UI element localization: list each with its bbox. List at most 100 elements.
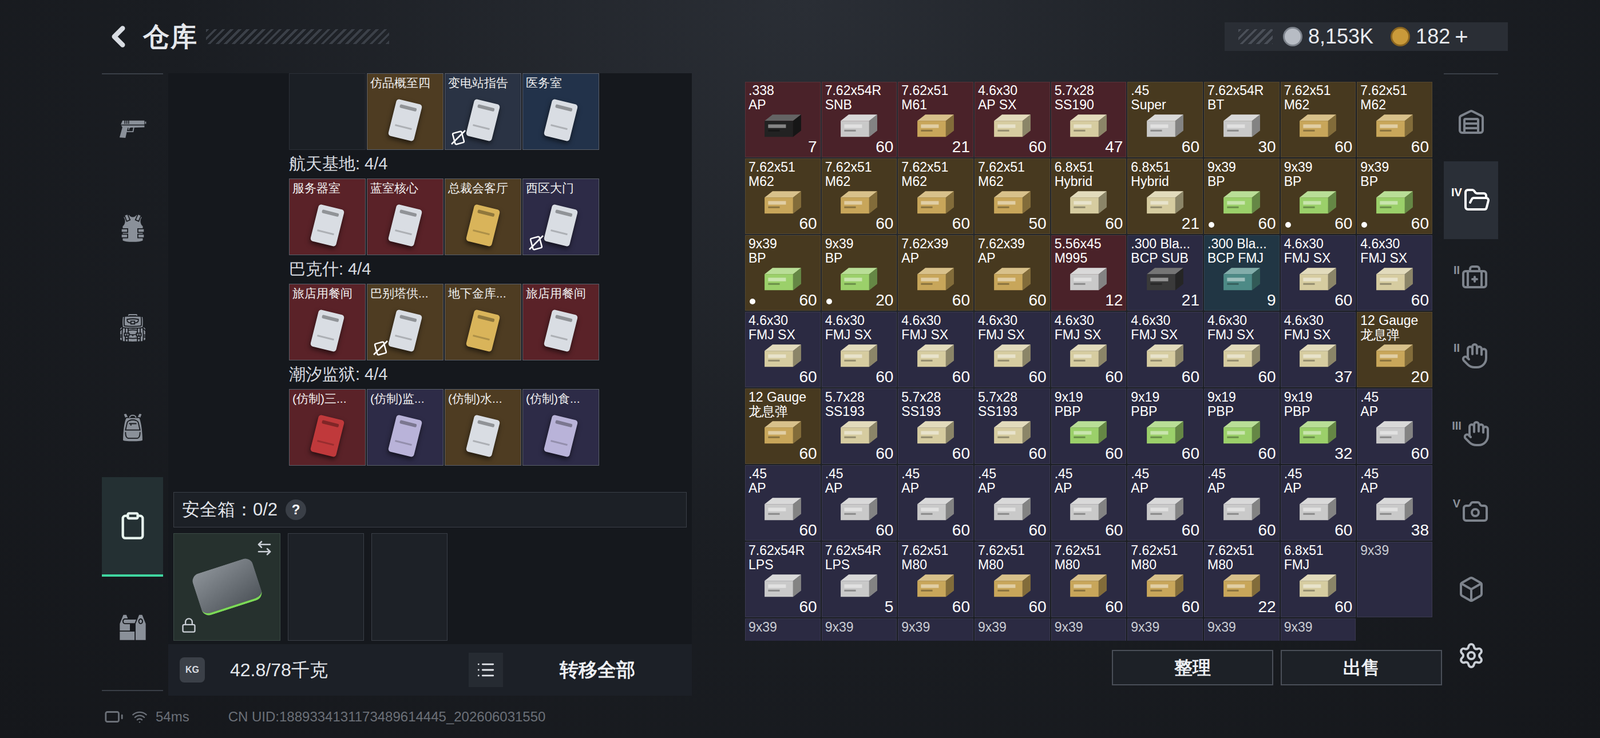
- ammo-cell[interactable]: 9x39BP60: [745, 235, 821, 311]
- ammo-cell[interactable]: 6.8x51FMJ60: [1280, 541, 1357, 618]
- ammo-cell[interactable]: 4.6x30FMJ SX60: [1051, 311, 1127, 388]
- key-card[interactable]: 旅店用餐间: [288, 283, 366, 361]
- ammo-cell[interactable]: 4.6x30FMJ SX60: [1127, 311, 1203, 388]
- category-nav-item[interactable]: [101, 78, 164, 179]
- key-card[interactable]: 仿品概至四: [366, 73, 444, 150]
- ammo-cell[interactable]: 7.62x51M8022: [1204, 541, 1280, 618]
- ammo-cell[interactable]: 5.7x28SS19047: [1051, 81, 1127, 158]
- ammo-cell[interactable]: 9x39: [1356, 541, 1433, 618]
- ammo-cell[interactable]: .45AP60: [1204, 465, 1280, 541]
- ammo-cell[interactable]: 5.7x28SS19360: [897, 388, 974, 465]
- ammo-cell[interactable]: 7.62x51M8060: [1051, 541, 1127, 618]
- ammo-cell[interactable]: 9x39BP20: [821, 235, 898, 311]
- ammo-cell[interactable]: .45Super60: [1127, 81, 1203, 158]
- safe-box-case-slot[interactable]: [173, 533, 281, 641]
- add-ticket-button[interactable]: +: [1454, 19, 1468, 54]
- ammo-cell[interactable]: .45AP60: [745, 465, 821, 541]
- ammo-cell[interactable]: 5.7x28SS19360: [974, 388, 1051, 465]
- ammo-cell[interactable]: 4.6x30AP SX60: [974, 81, 1051, 158]
- ammo-cell[interactable]: 6.8x51Hybrid21: [1127, 158, 1203, 235]
- filter-tab[interactable]: II: [1443, 239, 1499, 318]
- ammo-cell[interactable]: 9x19PBP60: [1127, 388, 1203, 465]
- ammo-cell[interactable]: .338AP7: [745, 81, 821, 158]
- ammo-cell[interactable]: 7.62x51M6260: [821, 158, 898, 235]
- key-card[interactable]: 医务室: [522, 73, 600, 150]
- ammo-cell[interactable]: 4.6x30FMJ SX60: [974, 311, 1051, 388]
- ammo-cell[interactable]: 4.6x30FMJ SX60: [1356, 235, 1433, 311]
- ammo-cell[interactable]: .45AP60: [897, 465, 974, 541]
- key-card[interactable]: 巴别塔供...: [366, 283, 444, 361]
- ammo-cell[interactable]: 7.62x51M8060: [974, 541, 1051, 618]
- ammo-cell[interactable]: .45AP60: [821, 465, 898, 541]
- ammo-cell[interactable]: .300 Bla...BCP FMJ9: [1204, 235, 1280, 311]
- ammo-cell[interactable]: 9x19PBP32: [1280, 388, 1357, 465]
- ammo-cell[interactable]: 7.62x51M6260: [897, 158, 974, 235]
- ammo-cell[interactable]: 7.62x51M6260: [1280, 81, 1357, 158]
- ammo-cell[interactable]: .45AP60: [1051, 465, 1127, 541]
- ammo-cell[interactable]: 7.62x54RLPS60: [745, 541, 821, 618]
- key-card[interactable]: 服务器室: [288, 178, 366, 256]
- ammo-cell[interactable]: 12 Gauge龙息弹20: [1356, 311, 1433, 388]
- ammo-cell[interactable]: 9x39: [974, 618, 1051, 641]
- key-card[interactable]: 总裁会客厅: [444, 178, 522, 256]
- ammo-cell[interactable]: .45AP38: [1356, 465, 1433, 541]
- key-card[interactable]: (仿制)监...: [366, 389, 444, 466]
- filter-tab[interactable]: [1443, 550, 1499, 629]
- ammo-cell[interactable]: 7.62x51M6121: [897, 81, 974, 158]
- ammo-cell[interactable]: .45AP60: [1356, 388, 1433, 465]
- key-card[interactable]: 地下金库...: [444, 283, 522, 361]
- category-nav-item[interactable]: [101, 278, 164, 378]
- ammo-cell[interactable]: 4.6x30FMJ SX60: [1280, 235, 1357, 311]
- ammo-cell[interactable]: .300 Bla...BCP SUB21: [1127, 235, 1203, 311]
- ammo-cell[interactable]: 9x39BP60: [1356, 158, 1433, 235]
- ammo-cell[interactable]: 7.62x51M8060: [897, 541, 974, 618]
- transfer-all-button[interactable]: 转移全部: [503, 652, 692, 688]
- ammo-cell[interactable]: 4.6x30FMJ SX60: [1204, 311, 1280, 388]
- ammo-cell[interactable]: 9x39: [745, 618, 821, 641]
- ammo-cell[interactable]: 7.62x54RSNB60: [821, 81, 898, 158]
- ammo-cell[interactable]: 7.62x54RBT30: [1204, 81, 1280, 158]
- ammo-cell[interactable]: 4.6x30FMJ SX60: [821, 311, 898, 388]
- safe-box-empty-slot[interactable]: [287, 533, 364, 641]
- ammo-cell[interactable]: 5.7x28SS19360: [821, 388, 898, 465]
- back-icon[interactable]: [101, 20, 136, 54]
- key-card[interactable]: 蓝室核心: [366, 178, 444, 256]
- ammo-cell[interactable]: 9x39: [1051, 618, 1127, 641]
- ammo-cell[interactable]: 4.6x30FMJ SX60: [897, 311, 974, 388]
- key-card[interactable]: 旅店用餐间: [522, 283, 600, 361]
- key-card[interactable]: (仿制)三...: [288, 389, 366, 466]
- filter-tab[interactable]: [1443, 83, 1499, 162]
- ammo-cell[interactable]: 7.62x51M6250: [974, 158, 1051, 235]
- ammo-cell[interactable]: 4.6x30FMJ SX60: [745, 311, 821, 388]
- ammo-cell[interactable]: 9x39: [821, 618, 898, 641]
- ammo-cell[interactable]: 9x39: [1280, 618, 1357, 641]
- category-nav-item[interactable]: [101, 178, 164, 279]
- category-nav-item[interactable]: [101, 477, 164, 577]
- category-nav-item[interactable]: [101, 377, 164, 478]
- ammo-cell[interactable]: 12 Gauge龙息弹60: [745, 388, 821, 465]
- category-nav-item[interactable]: [101, 576, 164, 677]
- filter-tab[interactable]: II: [1443, 317, 1499, 395]
- ammo-cell[interactable]: 7.62x51M8060: [1127, 541, 1203, 618]
- ammo-cell[interactable]: 9x19PBP60: [1204, 388, 1280, 465]
- swap-icon[interactable]: [255, 539, 273, 557]
- ammo-cell[interactable]: 5.56x45M99512: [1051, 235, 1127, 311]
- filter-tab[interactable]: III: [1443, 394, 1499, 473]
- ammo-cell[interactable]: 9x39BP60: [1204, 158, 1280, 235]
- ammo-cell[interactable]: .45AP60: [1127, 465, 1203, 541]
- ammo-cell[interactable]: 9x19PBP60: [1051, 388, 1127, 465]
- ammo-cell[interactable]: 7.62x51M6260: [745, 158, 821, 235]
- help-button[interactable]: ?: [285, 499, 307, 521]
- ammo-cell[interactable]: 9x39BP60: [1280, 158, 1357, 235]
- ammo-cell[interactable]: 9x39: [1127, 618, 1203, 641]
- action-button[interactable]: 出售: [1280, 650, 1443, 686]
- key-card[interactable]: (仿制)水...: [444, 389, 522, 466]
- ammo-cell[interactable]: .45AP60: [974, 465, 1051, 541]
- filter-tab[interactable]: V: [1443, 472, 1499, 551]
- ammo-cell[interactable]: 7.62x51M6260: [1356, 81, 1433, 158]
- key-card[interactable]: 西区大门: [522, 178, 600, 256]
- key-card[interactable]: (仿制)食...: [522, 389, 600, 466]
- ammo-cell[interactable]: 9x39: [1204, 618, 1280, 641]
- ammo-cell[interactable]: .45AP60: [1280, 465, 1357, 541]
- key-card[interactable]: 变电站指告: [444, 73, 522, 150]
